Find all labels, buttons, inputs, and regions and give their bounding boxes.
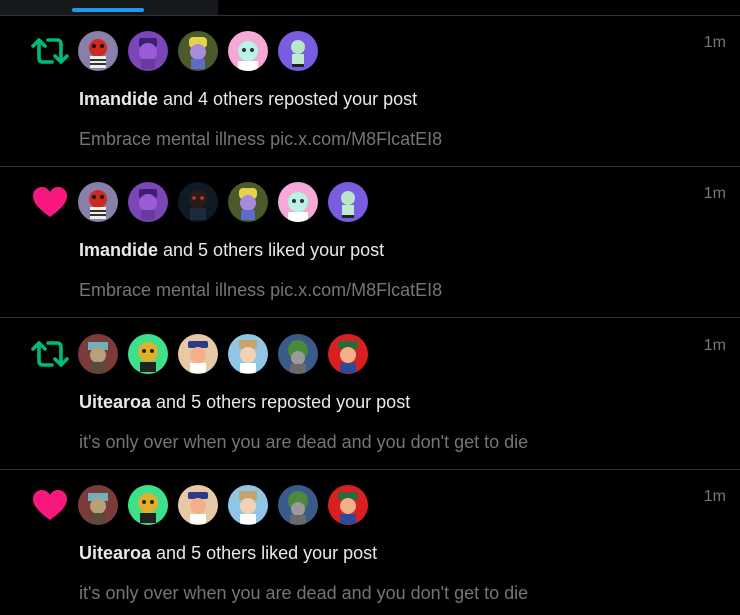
avatar-row	[78, 182, 378, 222]
avatar[interactable]	[178, 182, 218, 222]
avatar[interactable]	[178, 485, 218, 525]
heart-icon	[30, 185, 70, 219]
avatar[interactable]	[128, 31, 168, 71]
timestamp: 1m	[703, 34, 726, 51]
repost-icon	[30, 34, 70, 68]
avatar[interactable]	[278, 334, 318, 374]
post-preview[interactable]: it's only over when you are dead and you…	[79, 431, 528, 453]
heart-icon	[30, 488, 70, 522]
avatar[interactable]	[278, 485, 318, 525]
avatar-row	[78, 485, 378, 525]
notification-action: and 4 others reposted your post	[158, 89, 418, 109]
notification-text: Imandide and 4 others reposted your post	[79, 88, 417, 110]
avatar[interactable]	[228, 182, 268, 222]
avatar[interactable]	[128, 485, 168, 525]
notification-text: Imandide and 5 others liked your post	[79, 239, 384, 261]
actor-name[interactable]: Uitearoa	[79, 543, 151, 563]
notification-item[interactable]: Uitearoa and 5 others liked your post it…	[0, 470, 740, 615]
notification-item[interactable]: Imandide and 5 others liked your post Em…	[0, 167, 740, 318]
notification-text: Uitearoa and 5 others reposted your post	[79, 391, 410, 413]
avatar-row	[78, 31, 328, 71]
avatar[interactable]	[228, 31, 268, 71]
avatar[interactable]	[228, 334, 268, 374]
notification-action: and 5 others liked your post	[151, 543, 378, 563]
avatar[interactable]	[178, 31, 218, 71]
timestamp: 1m	[703, 488, 726, 505]
avatar[interactable]	[78, 182, 118, 222]
avatar[interactable]	[278, 182, 318, 222]
avatar[interactable]	[228, 485, 268, 525]
post-preview[interactable]: it's only over when you are dead and you…	[79, 582, 528, 604]
avatar[interactable]	[328, 334, 368, 374]
tab-bar	[0, 0, 740, 15]
avatar[interactable]	[278, 31, 318, 71]
avatar[interactable]	[78, 485, 118, 525]
notification-text: Uitearoa and 5 others liked your post	[79, 542, 377, 564]
avatar[interactable]	[78, 31, 118, 71]
notification-action: and 5 others reposted your post	[151, 392, 411, 412]
avatar[interactable]	[328, 182, 368, 222]
actor-name[interactable]: Uitearoa	[79, 392, 151, 412]
avatar[interactable]	[128, 182, 168, 222]
post-preview[interactable]: Embrace mental illness pic.x.com/M8Flcat…	[79, 279, 442, 301]
actor-name[interactable]: Imandide	[79, 240, 158, 260]
post-preview[interactable]: Embrace mental illness pic.x.com/M8Flcat…	[79, 128, 442, 150]
avatar[interactable]	[178, 334, 218, 374]
notification-item[interactable]: Uitearoa and 5 others reposted your post…	[0, 319, 740, 470]
repost-icon	[30, 337, 70, 371]
timestamp: 1m	[703, 185, 726, 202]
notification-item[interactable]: Imandide and 4 others reposted your post…	[0, 16, 740, 167]
avatar[interactable]	[78, 334, 118, 374]
avatar[interactable]	[128, 334, 168, 374]
active-tab-indicator	[72, 8, 144, 12]
actor-name[interactable]: Imandide	[79, 89, 158, 109]
notification-action: and 5 others liked your post	[158, 240, 385, 260]
timestamp: 1m	[703, 337, 726, 354]
avatar[interactable]	[328, 485, 368, 525]
avatar-row	[78, 334, 378, 374]
